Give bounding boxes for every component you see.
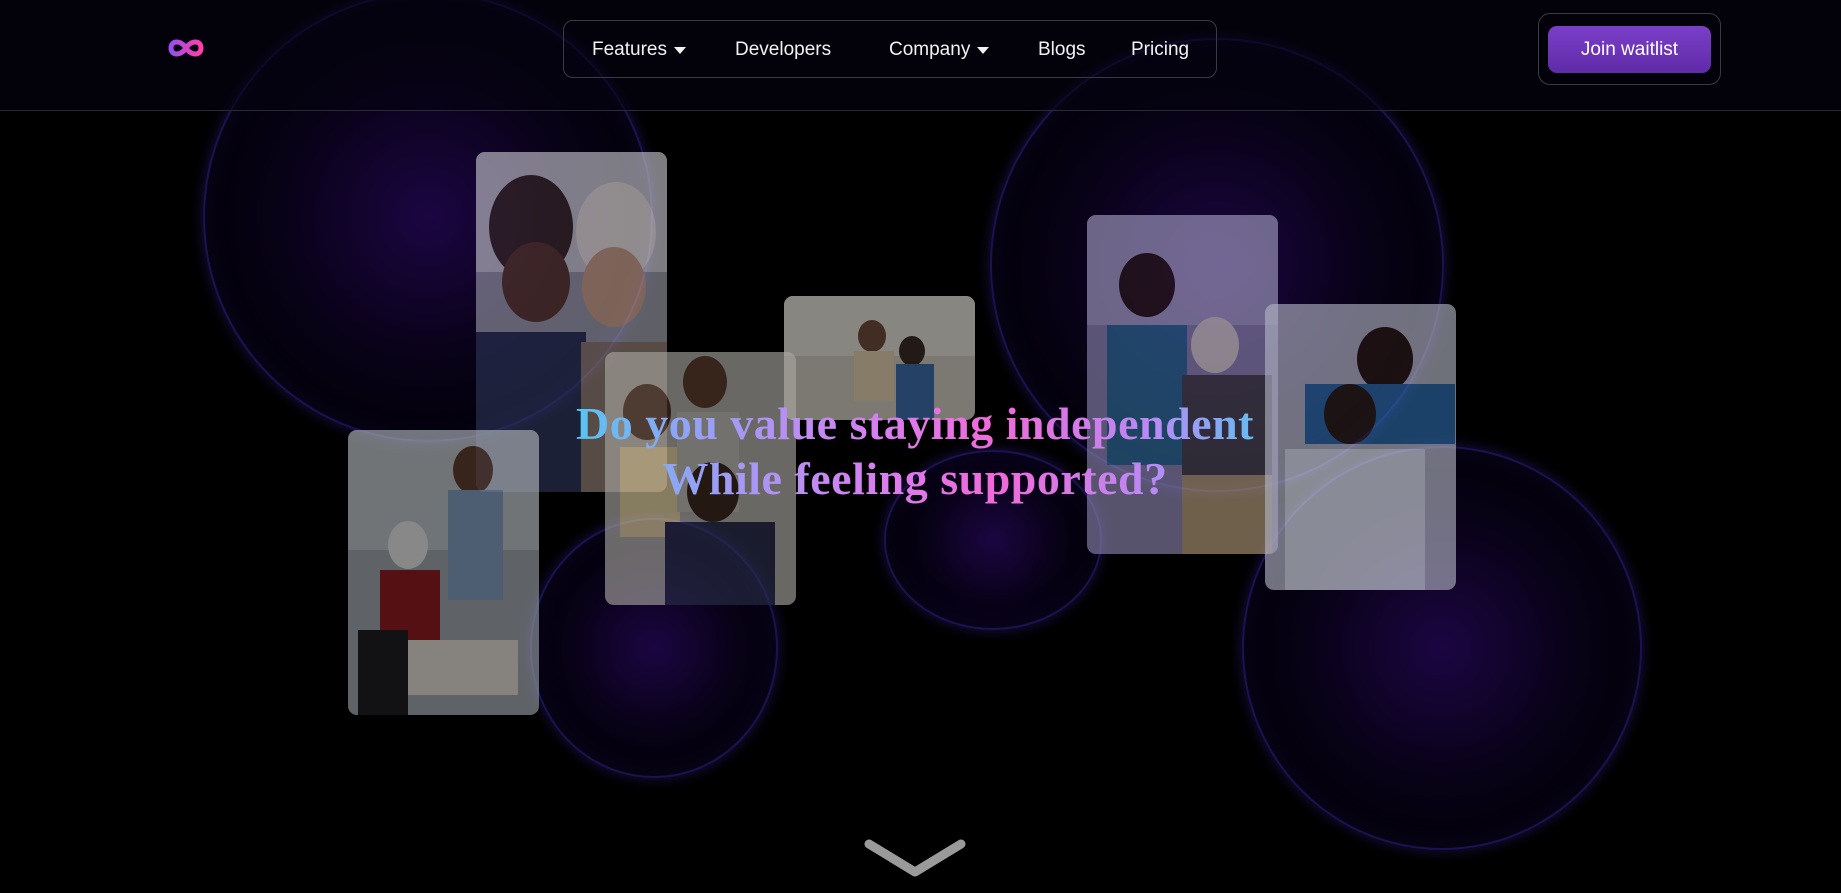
nav-item-label: Features — [592, 39, 667, 60]
nav-item-company[interactable]: Company — [889, 38, 990, 62]
photo-card-doctor-tablet — [348, 430, 539, 715]
main-nav: Features Developers Company Blogs Pricin… — [563, 20, 1217, 78]
caret-down-icon — [673, 47, 686, 54]
nav-item-label: Pricing — [1131, 39, 1190, 60]
hero-headline-line-2: While feeling supported? — [662, 453, 1168, 504]
page: Features Developers Company Blogs Pricin… — [0, 0, 1841, 893]
nav-item-developers[interactable]: Developers — [735, 38, 831, 62]
hero-headline: Do you value staying independent While f… — [520, 396, 1310, 506]
waitlist-button-frame: Join waitlist — [1538, 13, 1721, 85]
site-header: Features Developers Company Blogs Pricin… — [0, 0, 1841, 111]
nav-item-blogs[interactable]: Blogs — [1038, 38, 1086, 62]
nav-item-label: Blogs — [1038, 39, 1086, 60]
nav-item-label: Company — [889, 39, 971, 60]
join-waitlist-button[interactable]: Join waitlist — [1548, 26, 1711, 73]
nav-item-label: Developers — [735, 39, 832, 60]
chevron-down-icon[interactable] — [863, 838, 967, 880]
nav-item-features[interactable]: Features — [592, 38, 687, 62]
infinity-logo-icon[interactable] — [166, 35, 206, 61]
hero-headline-line-1: Do you value staying independent — [575, 398, 1254, 449]
nav-item-pricing[interactable]: Pricing — [1131, 38, 1189, 62]
caret-down-icon — [977, 47, 990, 54]
